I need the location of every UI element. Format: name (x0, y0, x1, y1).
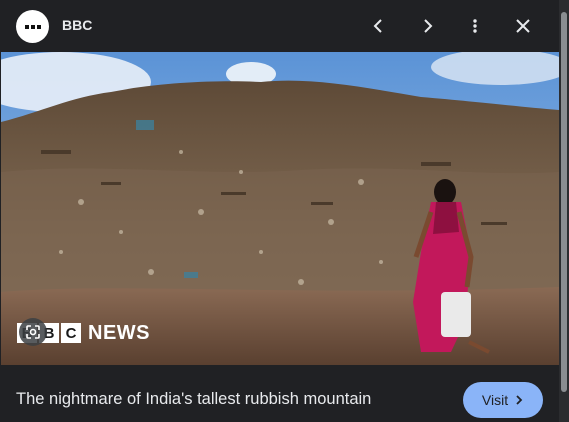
google-lens-icon (26, 325, 40, 339)
chevron-right-icon (424, 19, 433, 33)
google-lens-button[interactable] (19, 318, 47, 346)
chevron-right-icon (516, 395, 523, 405)
bbc-logo-icon[interactable] (16, 10, 49, 43)
close-button[interactable] (507, 10, 539, 42)
watermark-news-text: NEWS (88, 321, 150, 344)
viewer-header: BBC (0, 0, 569, 52)
chevron-left-icon (373, 19, 382, 33)
visit-label: Visit (481, 392, 509, 408)
article-title[interactable]: The nightmare of India's tallest rubbish… (16, 390, 371, 409)
next-button[interactable] (411, 10, 443, 42)
source-name[interactable]: BBC (62, 17, 92, 33)
scrollbar-thumb[interactable] (561, 12, 567, 392)
preview-image[interactable]: B B C NEWS (1, 52, 559, 365)
close-icon (516, 19, 530, 33)
more-vert-icon (473, 19, 477, 33)
visit-button[interactable]: Visit (463, 382, 543, 418)
landfill-photo (1, 52, 559, 365)
more-options-button[interactable] (459, 10, 491, 42)
previous-button[interactable] (363, 10, 395, 42)
watermark-letter-c: C (61, 323, 81, 343)
